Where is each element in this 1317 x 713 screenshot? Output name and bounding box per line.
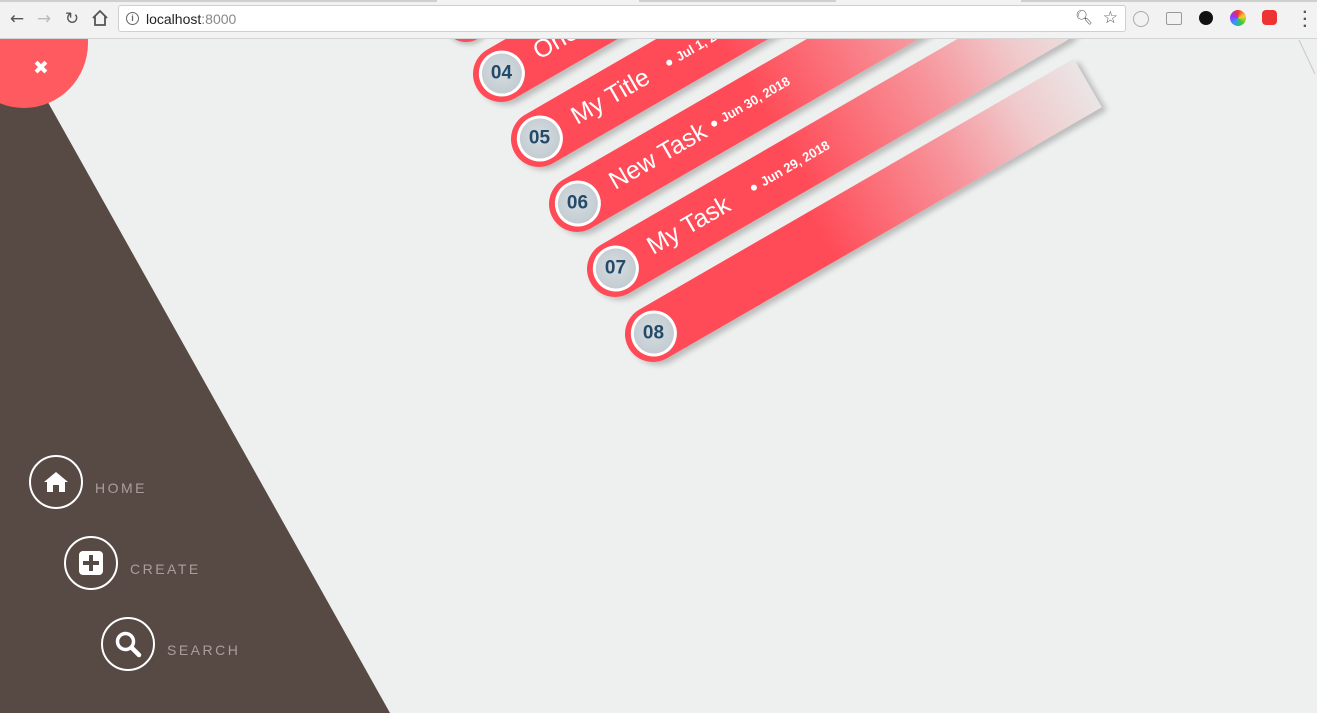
corner-decoration xyxy=(1298,39,1316,75)
task-number-badge: 06 xyxy=(546,172,610,235)
menu-icon[interactable]: · · · xyxy=(1303,5,1308,35)
task-title: My Task xyxy=(642,190,736,261)
browser-toolbar: ← → ↻ i localhost:8000 🔍︎ ☆ · · · xyxy=(0,0,1317,39)
task-number: 04 xyxy=(491,62,513,84)
zoom-icon[interactable]: 🔍︎ xyxy=(1075,10,1093,26)
task-number: 06 xyxy=(567,192,589,214)
tab-strip xyxy=(0,0,1317,2)
task-title: My Title xyxy=(566,62,655,131)
task-number: 08 xyxy=(643,322,665,344)
home-icon[interactable] xyxy=(90,9,110,29)
search-icon[interactable] xyxy=(101,617,155,671)
nav-home-label[interactable]: HOME xyxy=(95,480,147,496)
nav-search[interactable]: SEARCH xyxy=(101,617,240,671)
url-text: localhost:8000 xyxy=(146,11,237,27)
close-icon[interactable]: ✖ xyxy=(28,55,54,81)
sidebar-background xyxy=(0,38,390,713)
app-area: ✖ HOME CREATE SEARCH 04 05 My Title Jul … xyxy=(0,38,1317,713)
nav-search-label[interactable]: SEARCH xyxy=(167,642,240,658)
task-number: 07 xyxy=(605,257,627,279)
plus-square-icon[interactable] xyxy=(64,536,118,590)
star-icon[interactable]: ☆ xyxy=(1103,8,1118,28)
task-date: Jun 30, 2018 xyxy=(708,74,792,132)
task-date: Jul 1, 2018 xyxy=(663,38,737,70)
task-date: Jun 29, 2018 xyxy=(747,138,832,196)
task-number-badge: 05 xyxy=(508,107,572,170)
color-extension-icon[interactable] xyxy=(1230,10,1246,26)
nav-create[interactable]: CREATE xyxy=(64,536,201,590)
task-title: New Task xyxy=(604,117,712,196)
task-number: 05 xyxy=(529,127,551,149)
gnome-extension-icon[interactable] xyxy=(1199,11,1213,25)
forward-icon[interactable]: → xyxy=(34,9,54,29)
task-number-badge: 07 xyxy=(584,237,648,300)
reload-icon[interactable]: ↻ xyxy=(62,9,82,29)
info-icon[interactable]: i xyxy=(126,12,139,25)
address-bar[interactable]: i localhost:8000 🔍︎ ☆ xyxy=(118,5,1126,32)
task-number-badge: 04 xyxy=(470,42,534,105)
extension-icon[interactable] xyxy=(1133,11,1149,27)
task-number-badge: 08 xyxy=(622,302,686,365)
back-icon[interactable]: ← xyxy=(7,9,27,29)
todoist-extension-icon[interactable] xyxy=(1262,10,1277,25)
nav-create-label[interactable]: CREATE xyxy=(130,561,201,577)
mail-extension-icon[interactable] xyxy=(1166,12,1182,25)
home-icon[interactable] xyxy=(29,455,83,509)
nav-home[interactable]: HOME xyxy=(29,455,147,509)
